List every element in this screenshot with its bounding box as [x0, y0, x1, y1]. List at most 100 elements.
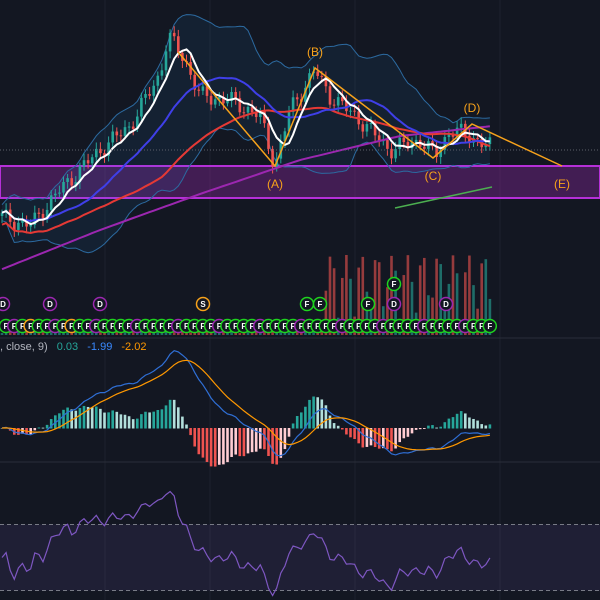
- macd-histogram-bar: [353, 428, 356, 439]
- candle-body: [82, 160, 86, 167]
- candle-body: [160, 70, 164, 76]
- macd-histogram-bar: [275, 428, 278, 465]
- event-marker-s: S: [195, 296, 211, 312]
- candle-body: [476, 137, 479, 140]
- event-marker-d: D: [0, 296, 11, 312]
- macd-histogram-bar: [41, 427, 45, 429]
- candle-body: [349, 110, 352, 112]
- candle-body: [423, 146, 426, 149]
- volume-bar: [119, 332, 123, 335]
- event-marker-f: F: [299, 296, 315, 312]
- macd-histogram-bar: [451, 417, 455, 429]
- volume-bar: [49, 332, 53, 335]
- macd-histogram-bar: [414, 428, 418, 430]
- macd-histogram-bar: [361, 428, 365, 448]
- macd-histogram-bar: [201, 428, 205, 458]
- candle-body: [123, 127, 127, 136]
- macd-histogram-bar: [131, 419, 135, 429]
- macd-histogram-bar: [246, 428, 250, 454]
- event-label: F: [487, 322, 492, 331]
- candle-body: [267, 123, 270, 149]
- macd-histogram-bar: [418, 428, 422, 430]
- macd-histogram-bar: [250, 428, 254, 453]
- candle-body: [209, 95, 213, 105]
- macd-signal-line: [1, 359, 490, 451]
- macd-histogram-bar: [316, 397, 319, 429]
- macd-histogram-bar: [197, 428, 201, 455]
- event-label: F: [392, 280, 397, 289]
- candle-body: [386, 139, 389, 149]
- pattern-label-c: (C): [425, 169, 442, 183]
- macd-histogram-bar: [295, 416, 299, 429]
- candle-body: [234, 92, 237, 99]
- macd-histogram-bar: [464, 413, 467, 429]
- macd-histogram-bar: [103, 412, 106, 429]
- event-marker-f: F: [312, 296, 328, 312]
- macd-histogram-bar: [332, 423, 336, 429]
- candle-body: [131, 126, 135, 129]
- macd-histogram-bar: [308, 399, 311, 429]
- candle-body: [115, 131, 119, 136]
- candle-body: [197, 89, 201, 91]
- macd-histogram-bar: [115, 411, 119, 429]
- candle-body: [332, 104, 336, 106]
- event-label: F: [305, 300, 310, 309]
- pattern-label-a: (A): [267, 177, 283, 191]
- macd-histogram-bar: [95, 406, 98, 429]
- candle-body: [447, 134, 451, 138]
- candle-body: [336, 97, 340, 106]
- macd-histogram-bar: [213, 428, 217, 467]
- trading-chart[interactable]: (A)(B)(C)(D)(E)F F F F F F F F F F F F F F F F F F F F F F F F F…: [0, 0, 600, 600]
- macd-histogram-bar: [312, 396, 315, 429]
- volume-bar: [238, 332, 242, 335]
- macd-histogram-bar: [177, 407, 180, 429]
- macd-histogram-bar: [226, 428, 229, 463]
- macd-histogram-bar: [66, 407, 69, 429]
- candle-body: [414, 139, 418, 143]
- macd-histogram-bar: [238, 428, 242, 457]
- macd-histogram-bar: [398, 428, 401, 443]
- macd-histogram-bar: [181, 416, 184, 429]
- candle-body: [402, 137, 406, 143]
- candle-body: [17, 222, 20, 230]
- macd-histogram-bar: [185, 424, 188, 429]
- macd-histogram-bar: [148, 412, 151, 429]
- macd-histogram-bar: [447, 418, 451, 429]
- event-marker-f: F: [360, 296, 376, 312]
- macd-histogram-bar: [480, 424, 483, 429]
- macd-histogram-bar: [443, 422, 447, 429]
- candle-body: [172, 32, 176, 37]
- macd-histogram-bar: [300, 412, 303, 429]
- event-marker-d: D: [438, 296, 454, 312]
- candle-body: [361, 124, 365, 132]
- candle-body: [246, 106, 250, 113]
- candle-body: [168, 32, 172, 52]
- macd-histogram-bar: [164, 405, 168, 429]
- macd-histogram-bar: [74, 410, 78, 429]
- macd-histogram-bar: [468, 417, 471, 429]
- event-marker-d: D: [92, 296, 108, 312]
- macd-histogram-bar: [472, 418, 475, 429]
- event-marker-f: F: [386, 276, 402, 292]
- macd-histogram-bar: [82, 405, 86, 429]
- event-label: D: [97, 300, 103, 309]
- macd-signal-value: -2.02: [121, 341, 147, 353]
- candle-body: [353, 110, 356, 112]
- macd-histogram-bar: [90, 407, 94, 429]
- candle-body: [152, 85, 155, 96]
- macd-histogram-bar: [336, 425, 340, 429]
- event-label: D: [443, 300, 449, 309]
- macd-histogram-bar: [459, 411, 463, 429]
- candle-body: [320, 75, 324, 77]
- macd-histogram-bar: [242, 428, 246, 457]
- candle-body: [177, 36, 180, 53]
- candle-body: [90, 157, 94, 164]
- candle-body: [369, 123, 373, 125]
- macd-histogram-bar: [193, 428, 196, 447]
- event-label: D: [0, 300, 6, 309]
- candle-body: [119, 135, 123, 137]
- candle-body: [127, 126, 131, 128]
- candle-body: [164, 51, 168, 71]
- macd-histogram-bar: [160, 409, 164, 429]
- macd-histogram-bar: [439, 426, 442, 429]
